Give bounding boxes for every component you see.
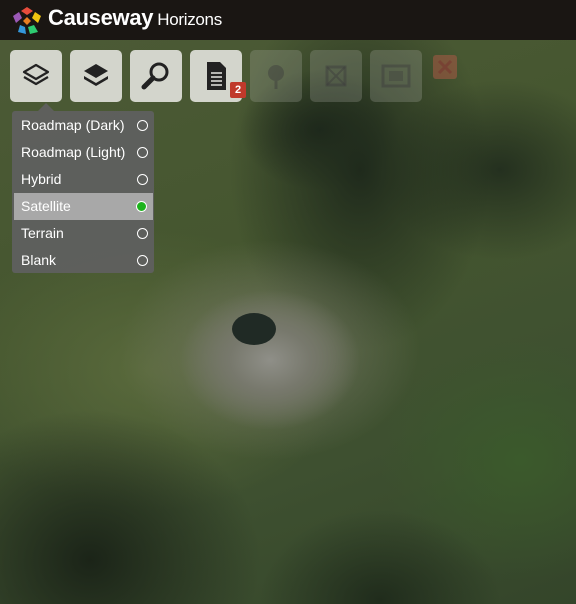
radio-icon	[137, 174, 148, 185]
app-header: Causeway Horizons	[0, 0, 576, 40]
basemap-option-terrain[interactable]: Terrain	[12, 220, 154, 247]
radio-selected-icon	[136, 201, 147, 212]
basemap-option-label: Satellite	[21, 198, 71, 214]
close-x-icon	[433, 55, 457, 79]
app-subtitle: Horizons	[157, 10, 222, 29]
layers-button[interactable]	[70, 50, 122, 102]
magnifier-icon	[141, 62, 169, 90]
map-lake	[232, 313, 276, 345]
measure-icon	[325, 65, 347, 87]
document-icon	[207, 62, 226, 90]
basemap-layers-button[interactable]	[10, 50, 62, 102]
basemap-option-label: Roadmap (Dark)	[21, 117, 125, 133]
app-name: Causeway	[48, 5, 154, 30]
app-brand: Causeway Horizons	[48, 5, 222, 31]
basemap-option-satellite[interactable]: Satellite	[14, 193, 153, 220]
radio-icon	[137, 147, 148, 158]
basemap-option-label: Roadmap (Light)	[21, 144, 126, 160]
measure-button[interactable]	[310, 50, 362, 102]
print-button[interactable]	[370, 50, 422, 102]
causeway-logo-icon	[13, 7, 41, 34]
pin-icon	[268, 65, 284, 89]
layers-stack-icon	[84, 64, 108, 86]
radio-icon	[137, 228, 148, 239]
clear-button[interactable]	[430, 52, 460, 82]
basemap-option-roadmap-dark[interactable]: Roadmap (Dark)	[12, 112, 154, 139]
basemap-menu-caret	[38, 103, 54, 111]
layers-outline-icon	[22, 63, 50, 86]
search-button[interactable]	[130, 50, 182, 102]
basemap-option-label: Blank	[21, 252, 57, 268]
radio-icon	[137, 255, 148, 266]
basemap-option-roadmap-light[interactable]: Roadmap (Light)	[12, 139, 154, 166]
basemap-option-label: Hybrid	[21, 171, 62, 187]
basemap-option-hybrid[interactable]: Hybrid	[12, 166, 154, 193]
documents-button[interactable]: 2	[190, 50, 246, 102]
radio-icon	[137, 120, 148, 131]
identify-button[interactable]	[250, 50, 302, 102]
basemap-option-label: Terrain	[21, 225, 64, 241]
frame-icon	[381, 64, 411, 88]
basemap-menu: Roadmap (Dark) Roadmap (Light) Hybrid Sa…	[12, 111, 154, 273]
documents-badge: 2	[230, 82, 246, 98]
basemap-option-blank[interactable]: Blank	[12, 247, 154, 274]
